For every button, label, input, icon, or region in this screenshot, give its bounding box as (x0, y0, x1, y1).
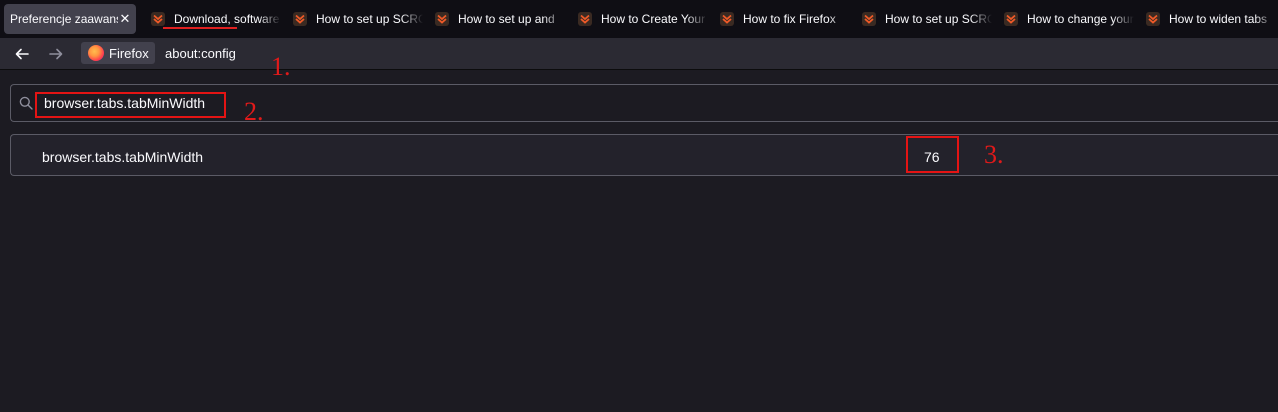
tab-item[interactable]: How to Create Your (578, 4, 708, 34)
forward-button[interactable] (42, 42, 70, 66)
site-favicon-icon (1004, 12, 1018, 26)
back-arrow-icon (15, 48, 29, 60)
tab-fade (259, 4, 281, 34)
annotation-underline (163, 27, 237, 29)
site-favicon-icon (720, 12, 734, 26)
tab-item[interactable]: How to fix Firefox (720, 4, 850, 34)
preference-row[interactable]: browser.tabs.tabMinWidth 76 (10, 134, 1278, 176)
tab-fade (401, 4, 423, 34)
tab-strip: Preferencje zaawansowane ✕ Download, sof… (0, 0, 1278, 38)
identity-label: Firefox (109, 45, 149, 61)
tab-item[interactable]: How to widen tabs (1146, 4, 1276, 34)
tab-item[interactable]: How to set up and (435, 4, 565, 34)
search-icon (19, 96, 33, 110)
tab-fade (1112, 4, 1134, 34)
tab-fade (543, 4, 565, 34)
site-favicon-icon (151, 12, 165, 26)
tab-fade (1254, 4, 1276, 34)
identity-box[interactable]: Firefox (81, 42, 155, 64)
navigation-bar: Firefox about:config (0, 38, 1278, 70)
url-bar[interactable]: about:config (165, 46, 236, 61)
annotation-box-value (906, 136, 959, 173)
tab-item[interactable]: How to set up SCRCPY (862, 4, 992, 34)
annotation-box-search (35, 92, 226, 118)
tab-item[interactable]: Download, software (151, 4, 281, 34)
annotation-step-2: 2. (244, 97, 264, 126)
site-favicon-icon (1146, 12, 1160, 26)
tab-active[interactable]: Preferencje zaawansowane ✕ (4, 4, 136, 34)
annotation-step-1: 1. (271, 52, 291, 81)
site-favicon-icon (578, 12, 592, 26)
site-favicon-icon (435, 12, 449, 26)
tab-fade (828, 4, 850, 34)
tab-fade (970, 4, 992, 34)
back-button[interactable] (8, 42, 36, 66)
tab-item[interactable]: How to change your (1004, 4, 1134, 34)
forward-arrow-icon (49, 48, 63, 60)
tab-item[interactable]: How to set up SCRCPY (293, 4, 423, 34)
site-favicon-icon (862, 12, 876, 26)
site-favicon-icon (293, 12, 307, 26)
close-icon[interactable]: ✕ (118, 11, 132, 27)
tab-label: Preferencje zaawansowane (10, 12, 118, 26)
firefox-logo-icon (88, 45, 104, 61)
preference-name: browser.tabs.tabMinWidth (42, 149, 204, 165)
tab-fade (686, 4, 708, 34)
annotation-step-3: 3. (984, 140, 1004, 169)
